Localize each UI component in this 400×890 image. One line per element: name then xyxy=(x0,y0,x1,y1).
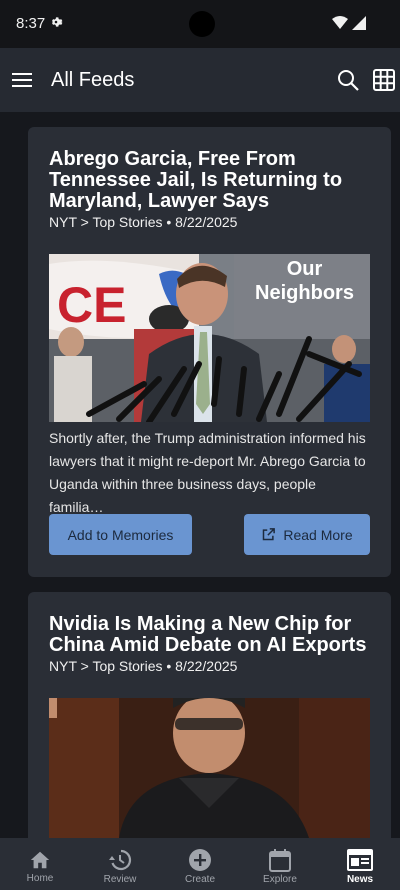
add-to-memories-button[interactable]: Add to Memories xyxy=(49,514,192,555)
article-image[interactable] xyxy=(49,698,370,838)
add-circle-icon xyxy=(189,848,211,871)
nav-review[interactable]: Review xyxy=(80,838,160,890)
status-time: 8:37 xyxy=(16,15,46,32)
article-image[interactable]: CE Our Neighbors xyxy=(49,254,370,422)
news-card[interactable]: Nvidia Is Making a New Chip for China Am… xyxy=(28,592,391,852)
article-summary: Shortly after, the Trump administration … xyxy=(49,430,366,515)
news-card[interactable]: Abrego Garcia, Free From Tennessee Jail,… xyxy=(28,127,391,577)
banner-text-right: Our Neighbors xyxy=(255,258,354,304)
read-more-button[interactable]: Read More xyxy=(244,514,370,555)
article-source: NYT > Top Stories • 8/22/2025 xyxy=(49,658,238,674)
search-icon[interactable] xyxy=(336,68,360,92)
nav-explore-label: Explore xyxy=(263,873,297,885)
status-bar: 8:37 xyxy=(0,0,400,48)
wifi-icon xyxy=(332,16,348,29)
status-icons xyxy=(332,16,366,30)
nav-home[interactable]: Home xyxy=(0,838,80,890)
nav-create-label: Create xyxy=(184,873,215,885)
nav-explore[interactable]: Explore xyxy=(240,838,320,890)
nav-home-label: Home xyxy=(26,872,54,884)
nav-create[interactable]: Create xyxy=(160,838,240,890)
nav-news[interactable]: News xyxy=(320,838,400,890)
home-icon xyxy=(30,851,50,868)
calendar-icon xyxy=(269,848,291,872)
nav-news-label: News xyxy=(346,873,374,885)
signal-icon xyxy=(352,16,366,30)
newspaper-icon xyxy=(347,848,373,871)
bottom-navigation: Home Review Create Explore News xyxy=(0,838,400,890)
article-source: NYT > Top Stories • 8/22/2025 xyxy=(49,214,238,230)
settings-gear-icon xyxy=(51,17,63,27)
add-to-memories-label: Add to Memories xyxy=(67,526,174,543)
banner-text-left: CE xyxy=(57,277,126,333)
menu-icon[interactable] xyxy=(11,70,33,90)
camera-cutout xyxy=(189,11,215,37)
grid-view-icon[interactable] xyxy=(372,68,396,92)
article-title[interactable]: Abrego Garcia, Free From Tennessee Jail,… xyxy=(49,149,369,212)
external-link-icon xyxy=(263,528,276,541)
article-title[interactable]: Nvidia Is Making a New Chip for China Am… xyxy=(49,614,369,656)
history-icon xyxy=(109,849,132,870)
page-title: All Feeds xyxy=(51,69,135,91)
read-more-label: Read More xyxy=(283,526,353,543)
nav-review-label: Review xyxy=(103,873,137,885)
